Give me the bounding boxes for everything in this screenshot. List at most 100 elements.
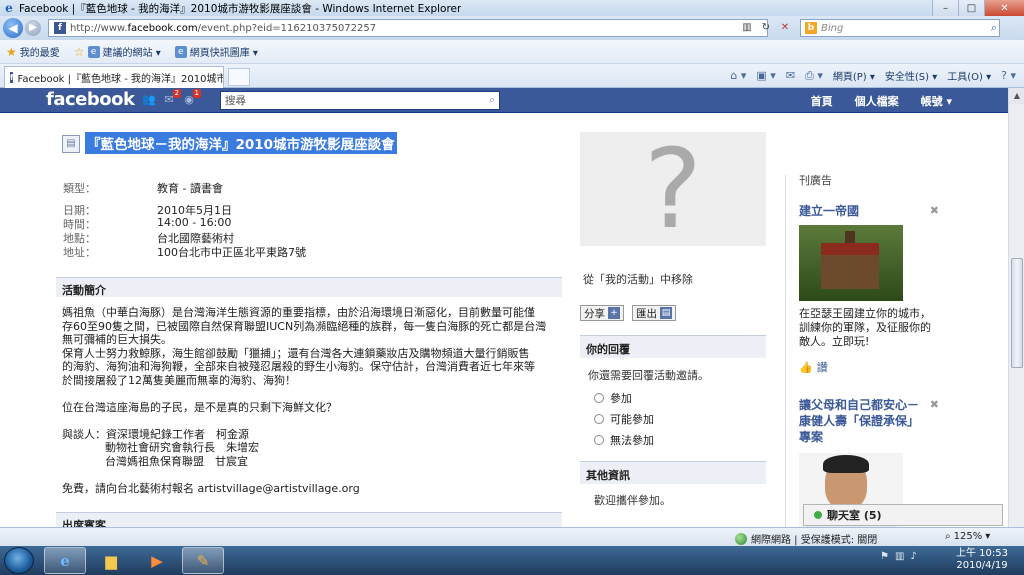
chat-bar[interactable]: 聊天室 (5) [803,504,1003,526]
search-icon[interactable]: ⌕ [991,21,997,35]
info-value: 100台北市中正區北平東路7號 [157,246,306,259]
tools-menu[interactable]: 工具(O) ▾ [947,68,991,83]
flag-icon[interactable]: ⚑ [880,551,889,562]
tab-bar: f Facebook |『藍色地球 - 我的海洋』2010城市... ⌂ ▾ ▣… [0,64,1024,88]
new-tab-button[interactable] [228,68,250,86]
desc-line: 保育人士努力救鯨豚，海生館卻鼓勵「獵捕」；還有台灣各大連鎖藥妝店及購物頻道大量行… [62,346,530,360]
facebook-search-input[interactable]: 搜尋 ⌕ [220,91,500,110]
friend-requests-icon[interactable]: 👥 [141,92,157,108]
facebook-header: facebook 👥 ✉ 2 ◉ 1 搜尋 ⌕ 首頁 個人檔案 帳號 ▾ [0,88,1008,113]
security-zone[interactable]: 網際網路 | 受保護模式: 關閉 [735,531,877,546]
favorites-button[interactable]: ★ 我的最愛 [6,44,60,60]
scroll-up-icon[interactable]: ▲ [1009,88,1024,104]
url-field[interactable]: f http://www.facebook.com/event.php?eid=… [48,19,768,37]
web-slice-icon: e [174,45,187,58]
home-icon[interactable]: ⌂ ▾ [730,69,746,82]
window-controls: – □ ✕ [932,0,1024,16]
ad-empire[interactable]: 建立一帝國 ✖ 在亞瑟王國建立你的城市，訓練你的軍隊，及征服你的敵人。立即玩! 👍… [799,203,939,375]
event-title: 『藍色地球－我的海洋』2010城市游牧影展座談會 [85,132,397,154]
close-icon[interactable]: ✖ [930,397,939,445]
ad1-text: 在亞瑟王國建立你的城市，訓練你的軍隊，及征服你的敵人。立即玩! [799,307,931,348]
add-favorite-icon: ☆ [73,44,85,59]
ad1-image[interactable] [799,225,903,301]
page-menu[interactable]: 網頁(P) ▾ [833,68,875,83]
mail-icon[interactable]: ✉ [786,69,795,82]
window-titlebar: e Facebook |『藍色地球 - 我的海洋』2010城市游牧影展座談會 -… [0,0,1024,16]
network-icon[interactable]: ▥ [895,551,904,562]
online-status-icon [814,511,822,519]
ads-column-title[interactable]: 刊廣告 [799,172,832,188]
media-player-taskbar-icon[interactable]: ▶ [136,547,178,574]
scrollbar-thumb[interactable] [1011,258,1023,368]
rsvp-option-maybe[interactable]: 可能參加 [580,408,766,429]
refresh-icon[interactable]: ↻ [759,21,773,35]
ads-column: 刊廣告 建立一帝國 ✖ 在亞瑟王國建立你的城市，訓練你的軍隊，及征服你的敵人。立即… [785,172,945,543]
safety-menu[interactable]: 安全性(S) ▾ [885,68,937,83]
paint-taskbar-icon[interactable]: ✎ [182,547,224,574]
question-mark-icon: ? [643,125,703,253]
nav-profile[interactable]: 個人檔案 [855,93,899,109]
ad1-like-button[interactable]: 👍 讚 [799,359,939,375]
suggested-sites-icon: e [87,45,100,58]
stop-icon[interactable]: ✕ [778,21,792,35]
info-value[interactable]: 教育 - 讀書會 [157,180,223,196]
bing-search-field[interactable]: b Bing ⌕ [800,19,1000,37]
other-info-panel: 其他資訊 歡迎攜伴參加。 [580,461,766,521]
export-button[interactable]: 匯出 ▤ [632,305,676,321]
nav-account[interactable]: 帳號 ▾ [921,93,952,109]
back-button[interactable]: ◀ [3,18,23,38]
facebook-nav: 首頁 個人檔案 帳號 ▾ [811,93,952,109]
page-scrollbar[interactable]: ▲ ▼ [1008,88,1024,549]
thumbs-up-icon: 👍 [799,360,813,374]
export-icon: ▤ [660,307,672,319]
ad1-title[interactable]: 建立一帝國 [799,203,859,219]
clock-date: 2010/4/19 [956,560,1008,571]
zoom-control[interactable]: ⌕ 125% ▾ [945,531,990,542]
desc-line: 動物社會研究會執行長 朱增宏 [105,441,259,454]
windows-taskbar: e ▆ ▶ ✎ ⚑ ▥ ♪ 上午 10:53 2010/4/19 [0,546,1024,575]
facebook-logo[interactable]: facebook [46,89,135,110]
tab-facebook-event[interactable]: f Facebook |『藍色地球 - 我的海洋』2010城市... [4,66,224,88]
nav-home[interactable]: 首頁 [811,93,833,109]
print-icon[interactable]: ⎙ ▾ [805,69,823,83]
favorites-bar: ★ 我的最愛 ☆ e 建議的網站 ▾ e 網頁快訊圖庫 ▾ [0,40,1024,64]
ad2-title[interactable]: 讓父母和自己都安心－康健人壽「保證承保」專案 [799,397,930,445]
messages-icon[interactable]: ✉ 2 [161,89,181,108]
radio-decline[interactable] [594,434,604,445]
suggested-sites-link[interactable]: ☆ e 建議的網站 ▾ [73,44,161,60]
radio-maybe[interactable] [594,413,604,424]
close-icon[interactable]: ✖ [930,203,939,219]
command-bar: ⌂ ▾ ▣ ▾ ✉ ⎙ ▾ 網頁(P) ▾ 安全性(S) ▾ 工具(O) ▾ ?… [730,68,1016,84]
feeds-icon[interactable]: ▣ ▾ [756,69,775,82]
minimize-button[interactable]: – [932,0,958,16]
maximize-button[interactable]: □ [958,0,984,16]
notifications-badge: 1 [192,89,201,98]
volume-icon[interactable]: ♪ [910,551,916,562]
remove-from-my-events-link[interactable]: 從「我的活動」中移除 [583,271,693,287]
ie-logo-icon: e [5,1,13,15]
clock[interactable]: 上午 10:53 2010/4/19 [956,548,1008,572]
help-icon[interactable]: ? ▾ [1001,69,1016,82]
web-slice-gallery-link[interactable]: e 網頁快訊圖庫 ▾ [174,44,258,59]
address-toolbar: ◀ ▶ f http://www.facebook.com/event.php?… [0,16,1024,40]
rsvp-option-decline[interactable]: 無法參加 [580,429,766,450]
other-info-title: 其他資訊 [580,462,766,484]
search-icon[interactable]: ⌕ [489,93,495,107]
compat-view-icon[interactable]: ▥ [740,21,754,35]
event-description: 媽祖魚（中華白海豚）是台灣海洋生態資源的重要指標，由於沿海環境日漸惡化，目前數量… [62,306,557,495]
facebook-search-placeholder: 搜尋 [225,95,246,107]
explorer-taskbar-icon[interactable]: ▆ [90,547,132,574]
notifications-icon[interactable]: ◉ 1 [181,89,201,108]
ie-taskbar-icon[interactable]: e [44,547,86,574]
start-button[interactable] [4,547,34,574]
rsvp-title: 你的回覆 [580,336,766,358]
forward-button[interactable]: ▶ [25,20,41,36]
rsvp-option-attend[interactable]: 參加 [580,387,766,408]
facebook-favicon-icon: f [54,22,66,34]
share-button[interactable]: 分享 + [580,305,624,321]
desc-line: 媽祖魚（中華白海豚）是台灣海洋生態資源的重要指標，由於沿海環境日漸惡化，目前數量… [62,306,535,319]
zoom-icon: ⌕ [945,531,951,542]
radio-attend[interactable] [594,392,604,403]
close-button[interactable]: ✕ [984,0,1024,16]
desc-line: 的海豹、海狗油和海狗鞭，全部來自被殘忍屠殺的野生小海豹。保守估計，台灣消費者近七… [62,360,535,373]
